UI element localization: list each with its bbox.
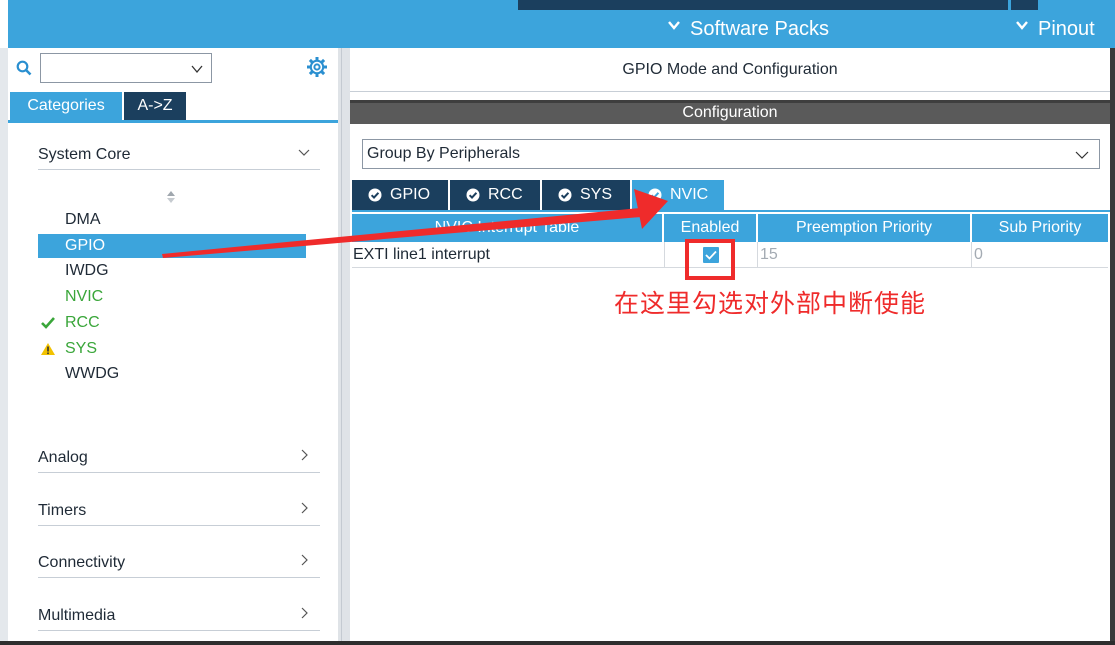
chevron-right-icon (301, 449, 308, 461)
peripheral-label: SYS (65, 340, 98, 357)
tab-rcc[interactable]: RCC (450, 180, 540, 210)
peripheral-nvic[interactable]: NVIC (38, 285, 306, 309)
tab-nvic[interactable]: NVIC (632, 180, 724, 210)
interrupt-name-cell: EXTI line1 interrupt (352, 242, 664, 268)
chevron-down-icon (1075, 151, 1089, 159)
sub-priority-cell[interactable]: 0 (972, 242, 1108, 268)
warning-icon (41, 343, 55, 355)
column-header-preemption-priority[interactable]: Preemption Priority (758, 214, 970, 242)
peripheral-label: NVIC (65, 288, 104, 305)
search-input[interactable] (40, 53, 212, 83)
tab-label: GPIO (390, 186, 431, 203)
section-connectivity[interactable]: Connectivity (38, 548, 320, 578)
categories-panel: Categories A->Z System Core DMA GPIO IWD… (8, 48, 338, 645)
peripheral-iwdg[interactable]: IWDG (38, 259, 306, 283)
annotation-highlight-box (685, 239, 735, 280)
check-circle-icon (368, 188, 382, 202)
configuration-title: Configuration (682, 104, 778, 121)
group-by-value: Group By Peripherals (367, 145, 520, 162)
tab-categories[interactable]: Categories (10, 92, 122, 120)
window-bottom-edge (0, 641, 1115, 645)
section-label: Connectivity (38, 554, 126, 571)
peripheral-label: GPIO (65, 237, 106, 254)
software-packs-menu[interactable]: Software Packs (668, 16, 829, 42)
chevron-down-icon (1016, 21, 1028, 30)
column-header-interrupt[interactable]: NVIC Interrupt Table (352, 214, 662, 242)
panel-splitter[interactable] (338, 48, 350, 645)
search-icon[interactable] (16, 60, 32, 76)
tab-label: RCC (488, 186, 523, 203)
section-multimedia[interactable]: Multimedia (38, 601, 320, 631)
chevron-right-icon (301, 502, 308, 514)
section-system-core[interactable]: System Core (38, 140, 320, 170)
peripheral-dma[interactable]: DMA (38, 208, 306, 232)
peripheral-gpio[interactable]: GPIO (38, 234, 306, 258)
tab-underline (8, 120, 338, 123)
tab-label: NVIC (670, 186, 709, 203)
preemption-priority-cell[interactable]: 15 (758, 242, 972, 268)
section-label: Analog (38, 449, 88, 466)
check-circle-icon (558, 188, 572, 202)
section-label: System Core (38, 146, 131, 163)
annotation-text: 在这里勾选对外部中断使能 (614, 289, 927, 318)
window-left-edge (0, 48, 8, 645)
peripheral-label: IWDG (65, 262, 109, 279)
software-packs-label: Software Packs (690, 18, 829, 40)
peripheral-rcc[interactable]: RCC (38, 311, 306, 335)
pinout-label: Pinout (1038, 18, 1095, 40)
chevron-down-icon (298, 149, 310, 156)
tab-sys[interactable]: SYS (542, 180, 630, 210)
sort-icon[interactable] (166, 190, 176, 204)
group-by-select[interactable]: Group By Peripherals (362, 139, 1100, 169)
configuration-panel: GPIO Mode and Configuration Configuratio… (350, 48, 1110, 645)
top-tab-strip (518, 0, 1038, 10)
check-circle-icon (648, 188, 662, 202)
chevron-right-icon (301, 607, 308, 619)
tab-a-to-z[interactable]: A->Z (124, 92, 186, 120)
section-label: Timers (38, 502, 87, 519)
configuration-header: Configuration (350, 100, 1110, 124)
section-label: Multimedia (38, 607, 116, 624)
peripheral-wwdg[interactable]: WWDG (38, 362, 306, 386)
column-header-sub-priority[interactable]: Sub Priority (972, 214, 1108, 242)
chevron-down-icon (668, 21, 680, 30)
top-tab-separator (1008, 0, 1011, 10)
peripheral-sys[interactable]: SYS (38, 337, 306, 361)
tab-underline (352, 210, 1110, 212)
pinout-menu[interactable]: Pinout (1016, 16, 1095, 42)
window-right-edge (1110, 48, 1115, 645)
peripheral-label: DMA (65, 211, 101, 228)
section-analog[interactable]: Analog (38, 443, 320, 473)
chevron-right-icon (301, 554, 308, 566)
peripheral-label: RCC (65, 314, 100, 331)
check-circle-icon (466, 188, 480, 202)
tab-label: SYS (580, 186, 613, 203)
checkmark-icon (41, 317, 55, 329)
column-header-enabled[interactable]: Enabled (664, 214, 756, 242)
gear-icon[interactable] (306, 56, 328, 78)
mode-title: GPIO Mode and Configuration (350, 48, 1110, 92)
section-timers[interactable]: Timers (38, 496, 320, 526)
peripheral-label: WWDG (65, 365, 120, 382)
tab-gpio[interactable]: GPIO (352, 180, 448, 210)
chevron-down-icon (191, 65, 203, 74)
top-toolbar: Software Packs Pinout (8, 0, 1115, 48)
